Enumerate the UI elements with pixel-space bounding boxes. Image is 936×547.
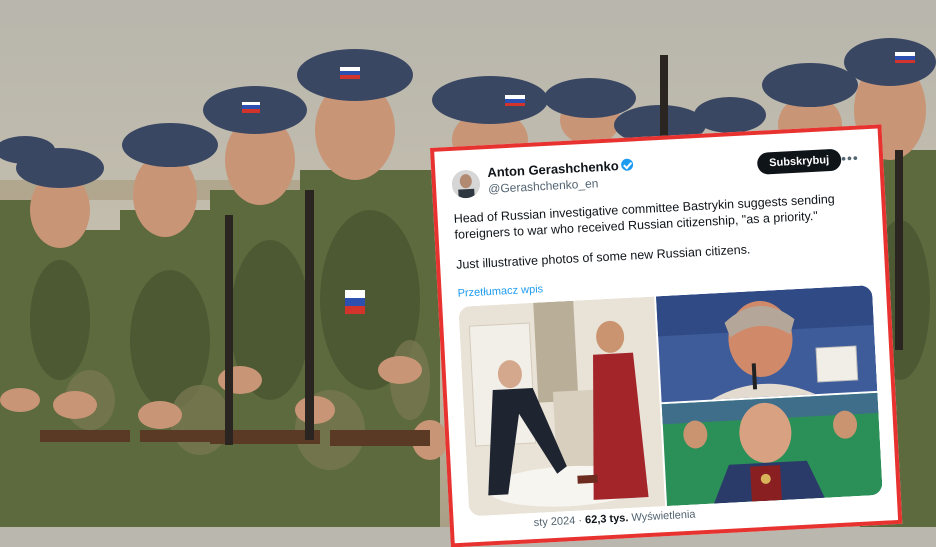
avatar-image [451,169,481,199]
avatar[interactable] [451,169,481,199]
media-photos [458,285,883,517]
views-label: Wyświetlenia [631,508,696,524]
views-count: 62,3 tys. [584,512,629,527]
media-grid[interactable] [458,285,883,517]
tweet-text-paragraph-1: Head of Russian investigative committee … [453,191,836,242]
author-name-text: Anton Gerashchenko [486,158,620,181]
author-handle[interactable]: @Gerashchenko_en [488,176,599,196]
author-name[interactable]: Anton Gerashchenko [487,157,634,180]
more-dots-icon[interactable]: ••• [841,150,860,167]
tweet-screenshot: Anton Gerashchenko @Gerashchenko_en Subs… [430,124,903,547]
subscribe-button[interactable]: Subskrybuj [756,148,842,175]
tweet-text: Head of Russian investigative committee … [453,189,866,286]
tweet-text-paragraph-2: Just illustrative photos of some new Rus… [455,242,751,272]
verified-badge-icon [621,158,634,171]
tweet-card: Anton Gerashchenko @Gerashchenko_en Subs… [430,124,903,547]
